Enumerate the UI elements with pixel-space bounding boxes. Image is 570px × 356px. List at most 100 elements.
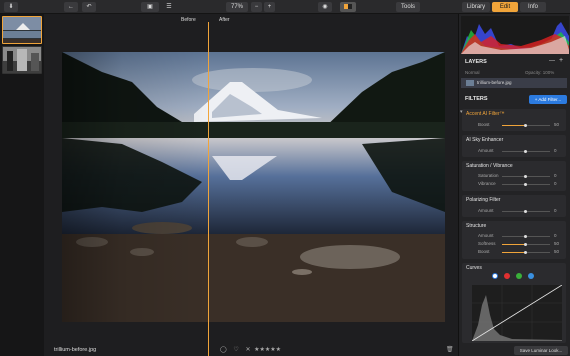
channel-rgb-dot[interactable]: [492, 273, 498, 279]
opacity-control[interactable]: Opacity: 100%: [525, 70, 554, 75]
zoom-in-button[interactable]: +: [264, 2, 275, 12]
filter-polarizing: Polarizing Filter Amount 0: [462, 195, 566, 217]
luminar-editor: ⬇ ← ↶ ▣ ☰ 77% − + ◉ Tools Library Edit I…: [0, 0, 570, 356]
thumbnail-image: [3, 17, 41, 43]
list-icon: ☰: [166, 4, 172, 10]
filter-structure: Structure Amount 0 Softness 50 Boost 50: [462, 221, 566, 259]
blend-mode-select[interactable]: Normal: [465, 70, 480, 75]
layer-thumbnail: [466, 80, 474, 86]
slider-value: 0: [554, 233, 557, 238]
slider-label: Vibrance: [478, 181, 496, 186]
rating-row: ◯ ♡ ✕ ★★★★★: [220, 346, 281, 353]
tab-info-label: Info: [527, 4, 538, 10]
eye-icon: ◉: [322, 4, 328, 10]
after-label: After: [219, 17, 230, 23]
heart-icon[interactable]: ♡: [233, 347, 238, 353]
filter-saturation-vibrance: Saturation / Vibrance Saturation 0 Vibra…: [462, 161, 566, 191]
arrow-left-icon: ←: [68, 4, 74, 10]
sidebar-toggle-button[interactable]: ▣: [141, 2, 159, 12]
compare-split-line[interactable]: [208, 22, 209, 356]
add-layer-button[interactable]: +: [559, 57, 563, 64]
tab-info[interactable]: Info: [520, 2, 546, 12]
filter-structure-title[interactable]: Structure: [466, 223, 486, 229]
channel-red-dot[interactable]: [504, 273, 510, 279]
layout-icon: ▣: [147, 4, 153, 10]
filter-curves-title[interactable]: Curves: [466, 265, 482, 271]
star-rating[interactable]: ★★★★★: [254, 347, 281, 353]
filename-label: trillium-before.jpg: [54, 347, 97, 353]
filter-accent-ai: Accent AI Filter™ ▾ Boost 50: [460, 109, 566, 131]
menu-button[interactable]: ☰: [162, 2, 176, 12]
tab-library[interactable]: Library: [462, 2, 490, 12]
filter-curves: Curves: [462, 263, 566, 343]
slider-label: Amount: [478, 208, 494, 213]
undo-icon: ↶: [86, 4, 92, 10]
zoom-select[interactable]: 77%: [226, 2, 248, 12]
slider-value: 0: [554, 208, 557, 213]
right-panel: LAYERS — + Normal Opacity: 100% trillium…: [458, 14, 570, 356]
layer-options-button[interactable]: —: [549, 58, 555, 64]
compare-button[interactable]: [340, 2, 356, 12]
structure-amount-slider[interactable]: [502, 235, 550, 238]
tab-library-label: Library: [466, 4, 486, 10]
slider-label: Boost: [478, 249, 490, 254]
vibrance-slider[interactable]: [502, 183, 550, 186]
filter-saturation-title[interactable]: Saturation / Vibrance: [466, 163, 513, 169]
zoom-value: 77%: [230, 4, 243, 10]
trash-icon[interactable]: 🗑: [446, 346, 454, 353]
add-filter-button[interactable]: + Add Filter...: [529, 95, 567, 104]
softness-slider[interactable]: [502, 243, 550, 246]
slider-value: 50: [554, 249, 560, 254]
curve-channel-selector[interactable]: [492, 273, 540, 280]
thumbnail-bw[interactable]: [2, 46, 42, 74]
saturation-slider[interactable]: [502, 175, 550, 178]
filters-title: FILTERS: [465, 96, 488, 102]
structure-boost-slider[interactable]: [502, 251, 550, 254]
collapse-icon[interactable]: ▾: [460, 109, 463, 115]
slider-label: Amount: [478, 148, 494, 153]
layer-row[interactable]: trillium-before.jpg: [461, 78, 567, 88]
channel-green-dot[interactable]: [516, 273, 522, 279]
tab-edit[interactable]: Edit: [492, 2, 518, 12]
reject-icon[interactable]: ✕: [245, 347, 250, 353]
filter-ai-sky: AI Sky Enhancer Amount 0: [462, 135, 566, 157]
slider-label: Amount: [478, 233, 494, 238]
slider-label: Boost: [478, 122, 490, 127]
top-toolbar: ⬇ ← ↶ ▣ ☰ 77% − + ◉ Tools Library Edit I…: [0, 0, 570, 14]
thumbnail-image: [3, 47, 41, 73]
download-icon: ⬇: [8, 4, 14, 10]
filter-polarizing-title[interactable]: Polarizing Filter: [466, 197, 500, 203]
image-canvas[interactable]: Before After trillium-before.jpg ◯ ♡ ✕ ★…: [44, 14, 458, 356]
slider-label: Softness: [478, 241, 496, 246]
layer-name: trillium-before.jpg: [477, 80, 512, 85]
tools-menu[interactable]: Tools: [396, 2, 420, 12]
filter-ai-sky-title[interactable]: AI Sky Enhancer: [466, 137, 503, 143]
slider-value: 50: [554, 122, 560, 127]
color-label-icon[interactable]: ◯: [220, 347, 227, 353]
layers-title: LAYERS: [465, 59, 487, 65]
boost-slider[interactable]: [502, 124, 550, 127]
filmstrip: [0, 14, 44, 356]
undo-button[interactable]: ↶: [82, 2, 96, 12]
slider-label: Saturation: [478, 173, 499, 178]
export-button[interactable]: ⬇: [4, 2, 18, 12]
history-button[interactable]: ←: [64, 2, 78, 12]
slider-value: 0: [554, 173, 557, 178]
tools-label: Tools: [400, 4, 415, 10]
compare-icon: [344, 4, 352, 9]
slider-value: 0: [554, 181, 557, 186]
amount-slider[interactable]: [502, 150, 550, 153]
tab-edit-label: Edit: [499, 4, 511, 10]
polarizing-amount-slider[interactable]: [502, 210, 550, 213]
curves-graph[interactable]: [472, 285, 562, 341]
preview-button[interactable]: ◉: [318, 2, 332, 12]
before-label: Before: [181, 17, 196, 23]
histogram: [461, 16, 569, 54]
photo-lake-mountain: [62, 52, 445, 322]
save-luminar-look-button[interactable]: Save Luminar Look...: [514, 346, 568, 355]
channel-blue-dot[interactable]: [528, 273, 534, 279]
filter-accent-ai-title[interactable]: Accent AI Filter™: [466, 111, 505, 117]
zoom-out-button[interactable]: −: [251, 2, 262, 12]
slider-value: 50: [554, 241, 560, 246]
thumbnail-selected[interactable]: [2, 16, 42, 44]
